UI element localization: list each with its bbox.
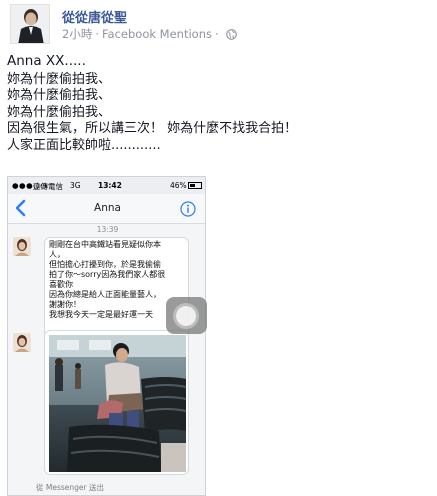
- post-body: Anna XX..... 妳為什麼偷拍我、 妳為什麼偷拍我、 妳為什麼偷拍我、 …: [7, 53, 427, 154]
- battery-percent: 46%: [170, 181, 187, 190]
- message-line: 喜歡你: [49, 280, 73, 289]
- post-line: 人家正面比較帥啦............: [7, 137, 161, 153]
- battery-icon: [188, 182, 202, 189]
- message-line: 剛剛在台中高鐵站看見疑似你本: [49, 240, 161, 249]
- message-line: 拍了你～sorry因為我們家人都很: [49, 270, 166, 279]
- assistive-touch-button: [166, 297, 207, 334]
- sender-avatar: [13, 237, 31, 256]
- carrier-name: 遠傳電信: [33, 182, 63, 191]
- phone-status-bar: ●●●○○ 遠傳電信 3G 13:42 46%: [8, 177, 205, 194]
- meta-separator: ·: [95, 27, 99, 41]
- network-type: 3G: [70, 181, 81, 190]
- post-line: 妳為什麼偷拍我、: [7, 88, 112, 103]
- message-timestamp: 13:39: [96, 225, 119, 234]
- sender-avatar: [13, 333, 31, 352]
- chat-nav-bar: Anna: [8, 194, 205, 224]
- message-line: 因為你總是給人正面能量藝人，: [49, 290, 161, 299]
- messenger-footer: 從 Messenger 送出: [36, 483, 104, 492]
- message-line: 我想我今天一定是最好運一天: [49, 310, 153, 319]
- info-icon: [180, 201, 196, 217]
- post-header: 從從唐從聖 2小時 · Facebook Mentions ·: [10, 4, 430, 44]
- message-line: 謝謝你！: [49, 300, 81, 309]
- post-line: Anna XX.....: [7, 53, 86, 69]
- post-line: 妳為什麼偷拍我、: [7, 104, 112, 120]
- status-time: 13:42: [98, 181, 122, 190]
- station-photo: [49, 335, 186, 472]
- post-time-link[interactable]: 2小時: [62, 27, 92, 41]
- post-line: 因為很生氣，所以講三次！ 妳為什麼不找我合拍！: [7, 121, 298, 136]
- assistive-touch-icon: [176, 306, 196, 326]
- message-line: 人，: [49, 250, 65, 259]
- photo-message-bubble: [44, 330, 189, 475]
- chat-title: Anna: [94, 202, 121, 214]
- author-name-link[interactable]: 從從唐從聖: [62, 7, 127, 26]
- author-avatar[interactable]: [10, 4, 50, 44]
- post-photo-screenshot[interactable]: ●●●○○ 遠傳電信 3G 13:42 46% Anna 13:39 剛剛在台中…: [7, 176, 206, 496]
- meta-separator-2: ·: [214, 27, 219, 41]
- message-line: 但怕擔心打擾到你，於是我偷偷: [49, 260, 161, 269]
- post-meta: 2小時 · Facebook Mentions ·: [62, 26, 237, 43]
- post-source-link[interactable]: Facebook Mentions: [102, 27, 212, 41]
- post-line: 妳為什麼偷拍我、: [7, 71, 112, 87]
- globe-icon[interactable]: [225, 29, 237, 43]
